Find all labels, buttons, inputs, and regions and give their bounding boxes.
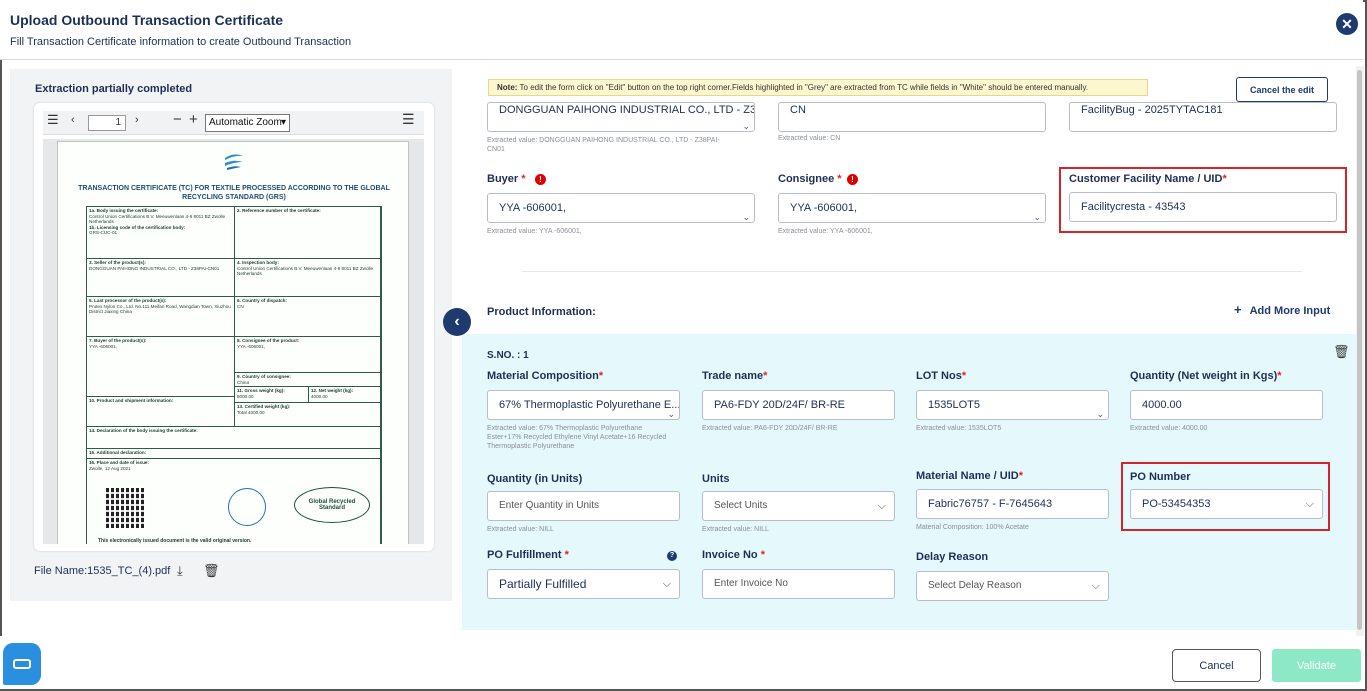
- units-extracted: Extracted value: NILL: [702, 526, 769, 533]
- seller-extracted: Extracted value: DONGGUAN PAIHONG INDUST…: [487, 137, 720, 153]
- buyer-extracted: Extracted value: YYA -606001,: [487, 228, 582, 235]
- help-icon[interactable]: ?: [667, 551, 677, 561]
- lot-nos-label: LOT Nos*: [916, 370, 967, 382]
- po-fulfillment-select[interactable]: Partially Fulfilled ⌵: [487, 569, 680, 599]
- cancel-edit-button[interactable]: Cancel the edit: [1236, 77, 1328, 102]
- form-panel: DONGGUAN PAIHONG INDUSTRIAL CO., LTD - Z…: [462, 69, 1357, 634]
- buyer-label: Buyer *: [487, 173, 526, 185]
- modal-header: Upload Outbound Transaction Certificate …: [0, 0, 1363, 60]
- consignee-extracted: Extracted value: YYA -606001,: [778, 228, 873, 235]
- logo-icon: [225, 154, 243, 170]
- invoice-no-label: Invoice No *: [702, 549, 765, 561]
- warning-icon: !: [535, 174, 546, 185]
- scrollbar[interactable]: [1356, 66, 1364, 636]
- certificate-title: TRANSACTION CERTIFICATE (TC) FOR TEXTILE…: [78, 185, 390, 201]
- extraction-status: Extraction partially completed: [35, 83, 193, 95]
- certificate-page: TRANSACTION CERTIFICATE (TC) FOR TEXTILE…: [57, 141, 409, 544]
- file-name: File Name:1535_TC_(4).pdf: [34, 565, 171, 577]
- chat-icon[interactable]: [3, 643, 41, 685]
- validate-button[interactable]: Validate: [1272, 649, 1361, 682]
- customer-facility-label: Customer Facility Name / UID*: [1069, 173, 1227, 185]
- consignee-label: Consignee *: [778, 173, 842, 185]
- material-name-label: Material Name / UID*: [916, 470, 1023, 482]
- serial-number: S.NO. : 1: [487, 350, 529, 361]
- download-icon[interactable]: ⤓: [177, 563, 183, 579]
- footer: [0, 636, 1363, 689]
- buyer-field[interactable]: YYA -606001, ⌄: [487, 193, 755, 223]
- close-icon[interactable]: ✕: [1336, 13, 1358, 35]
- modal-subtitle: Fill Transaction Certificate information…: [10, 36, 352, 48]
- zoom-in-icon[interactable]: +: [189, 111, 198, 128]
- quantity-kg-extracted: Extracted value: 4000.00: [1130, 425, 1208, 432]
- delay-reason-select[interactable]: Select Delay Reason ⌵: [916, 571, 1109, 601]
- trash-icon[interactable]: 🗑: [1333, 344, 1350, 360]
- consignee-field[interactable]: YYA -606001, ⌄: [778, 193, 1046, 223]
- product-item: S.NO. : 1 🗑 Material Composition* 67% Th…: [462, 334, 1357, 630]
- cancel-button[interactable]: Cancel: [1172, 649, 1261, 682]
- chevron-down-icon: ⌄: [1033, 212, 1041, 222]
- chevron-down-icon: ⌄: [1096, 409, 1104, 419]
- material-composition-extracted: Extracted value: 67% Thermoplastic Polyu…: [487, 425, 667, 450]
- chevron-down-icon: ⌵: [877, 500, 886, 512]
- po-number-select[interactable]: PO-53454353 ⌵: [1130, 489, 1323, 519]
- units-select[interactable]: Select Units ⌵: [702, 491, 895, 521]
- prev-page-icon[interactable]: ‹: [71, 114, 75, 126]
- quantity-units-input[interactable]: Enter Quantity in Units: [487, 491, 680, 521]
- chevron-down-icon: ⌵: [1305, 498, 1314, 510]
- quantity-units-extracted: Extracted value: NILL: [487, 526, 554, 533]
- material-name-extracted: Material Composition: 100% Acetate: [916, 524, 1029, 531]
- add-more-input-button[interactable]: + Add More Input: [1234, 302, 1330, 317]
- pdf-viewer: ☰ ‹ 1 › − + Automatic Zoom ▾ ☰ TRANSACTIO…: [34, 103, 434, 551]
- seller-field[interactable]: DONGGUAN PAIHONG INDUSTRIAL CO., LTD - Z…: [487, 102, 755, 132]
- divider: [522, 271, 1302, 272]
- edit-note: Note: To edit the form click on "Edit" b…: [488, 79, 1148, 96]
- trade-name-extracted: Extracted value: PA6-FDY 20D/24F/ BR-RE: [702, 425, 838, 432]
- zoom-out-icon[interactable]: −: [173, 111, 182, 128]
- pdf-panel: Extraction partially completed ☰ ‹ 1 › −…: [10, 69, 452, 601]
- material-composition-label: Material Composition*: [487, 370, 604, 382]
- chevron-down-icon: ⌵: [662, 578, 671, 590]
- chevron-down-icon: ⌄: [742, 212, 750, 222]
- country-field[interactable]: CN: [778, 102, 1046, 132]
- quantity-kg-field[interactable]: 4000.00: [1130, 390, 1323, 420]
- pdf-toolbar: ☰ ‹ 1 › − + Automatic Zoom ▾ ☰: [43, 111, 424, 135]
- product-info-heading: Product Information:: [487, 306, 596, 318]
- po-number-label: PO Number: [1130, 471, 1191, 483]
- quantity-units-label: Quantity (in Units): [487, 473, 583, 485]
- material-composition-field[interactable]: 67% Thermoplastic Polyurethane E... ⌄: [487, 390, 680, 420]
- chevron-down-icon: ⌄: [667, 409, 675, 419]
- po-fulfillment-label: PO Fulfillment *: [487, 549, 569, 561]
- invoice-no-input[interactable]: Enter Invoice No: [702, 569, 895, 599]
- seal-icon: [228, 488, 266, 526]
- trade-name-field[interactable]: PA6-FDY 20D/24F/ BR-RE: [702, 390, 895, 420]
- grs-logo: Global Recycled Standard: [294, 487, 370, 523]
- chevron-down-icon: ▾: [280, 117, 286, 128]
- page-number-input[interactable]: 1: [88, 115, 126, 131]
- warning-icon: !: [847, 174, 858, 185]
- chevron-down-icon: ⌄: [742, 121, 750, 131]
- zoom-select[interactable]: Automatic Zoom ▾: [205, 114, 290, 132]
- trade-name-label: Trade name*: [702, 370, 768, 382]
- plus-icon: +: [1234, 302, 1242, 317]
- customer-facility-field[interactable]: Facilitycresta - 43543: [1069, 192, 1337, 222]
- trash-icon[interactable]: 🗑: [203, 563, 220, 579]
- quantity-kg-label: Quantity (Net weight in Kgs)*: [1130, 370, 1282, 382]
- sidebar-toggle-icon[interactable]: ☰: [47, 112, 59, 128]
- country-extracted: Extracted value: CN: [778, 135, 841, 142]
- facility-top-field[interactable]: FacilityBug - 2025TYTAC181: [1069, 102, 1337, 132]
- chevron-down-icon: ⌵: [1091, 580, 1100, 592]
- pdf-page-view[interactable]: TRANSACTION CERTIFICATE (TC) FOR TEXTILE…: [43, 139, 424, 544]
- lot-nos-extracted: Extracted value: 1535LOT5: [916, 425, 1002, 432]
- next-page-icon[interactable]: ›: [135, 114, 139, 126]
- delay-reason-label: Delay Reason: [916, 551, 989, 563]
- modal-title: Upload Outbound Transaction Certificate: [10, 12, 284, 28]
- units-label: Units: [702, 473, 730, 485]
- collapse-panel-button[interactable]: ‹: [443, 308, 471, 336]
- certificate-footer: This electronically issued document is t…: [98, 538, 252, 544]
- lot-nos-field[interactable]: 1535LOT5 ⌄: [916, 390, 1109, 420]
- menu-icon[interactable]: ☰: [402, 111, 415, 128]
- material-name-field[interactable]: Fabric76757 - F-7645643: [916, 489, 1109, 519]
